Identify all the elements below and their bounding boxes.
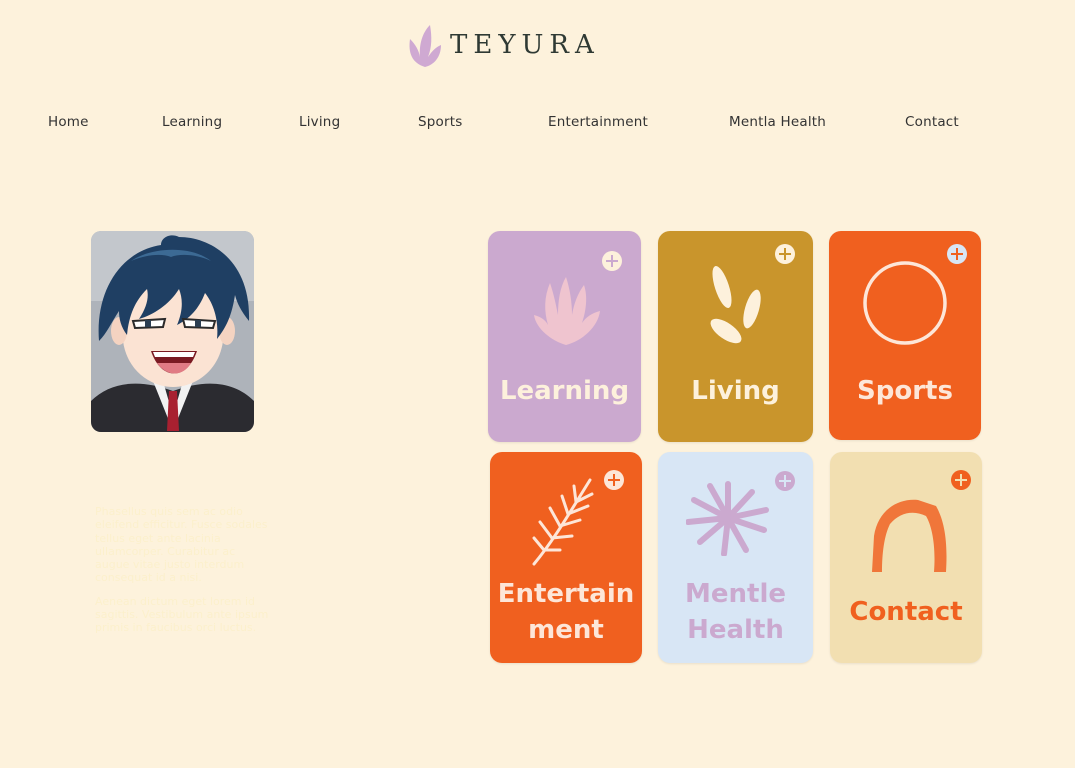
nav-entertainment[interactable]: Entertainment: [548, 114, 648, 130]
fan-leaf-icon: [534, 277, 600, 345]
card-entertainment[interactable]: Entertain ment: [490, 452, 642, 663]
nav-contact[interactable]: Contact: [905, 114, 959, 130]
profile-avatar: [91, 231, 254, 432]
card-label: Contact: [849, 597, 963, 627]
nav-sports[interactable]: Sports: [418, 114, 462, 130]
leaves-icon: [710, 265, 761, 344]
lotus-icon: [409, 25, 441, 67]
brand-name: TEYURA: [450, 30, 600, 60]
card-learning[interactable]: Learning: [488, 231, 641, 442]
nav-mental-health[interactable]: Mentla Health: [729, 114, 826, 130]
bio-paragraph-1: Phasellus quis sem ac odio eleifend effi…: [95, 505, 268, 585]
card-sports[interactable]: Sports: [829, 231, 981, 440]
bio-paragraph-2: Aenean dictum eget lorem id sagittis. Ve…: [95, 594, 269, 635]
card-living[interactable]: Living: [658, 231, 813, 442]
card-label-line-1: Mentle: [685, 579, 786, 609]
plus-icon[interactable]: [604, 470, 624, 490]
arch-icon: [872, 499, 947, 572]
plus-icon[interactable]: [602, 251, 622, 271]
card-contact[interactable]: Contact: [830, 452, 982, 663]
card-label: Sports: [857, 376, 953, 406]
card-label: Living: [691, 376, 780, 406]
card-label-line-2: ment: [528, 615, 604, 645]
nav-home[interactable]: Home: [48, 114, 89, 130]
nav-learning[interactable]: Learning: [162, 114, 222, 130]
card-label-line-2: Health: [687, 615, 784, 645]
profile-bio: Phasellus quis sem ac odio eleifend effi…: [95, 505, 270, 645]
plus-icon[interactable]: [775, 471, 795, 491]
fern-icon: [532, 478, 594, 566]
nav-living[interactable]: Living: [299, 114, 340, 130]
brand-logo[interactable]: TEYURA: [408, 22, 600, 68]
circle-icon: [863, 261, 947, 345]
plus-icon[interactable]: [951, 470, 971, 490]
plus-icon[interactable]: [947, 244, 967, 264]
card-mental-health[interactable]: Mentle Health: [658, 452, 813, 663]
card-label-line-1: Entertain: [497, 579, 635, 609]
plus-icon[interactable]: [775, 244, 795, 264]
burst-icon: [686, 481, 769, 556]
card-label: Learning: [499, 376, 630, 406]
